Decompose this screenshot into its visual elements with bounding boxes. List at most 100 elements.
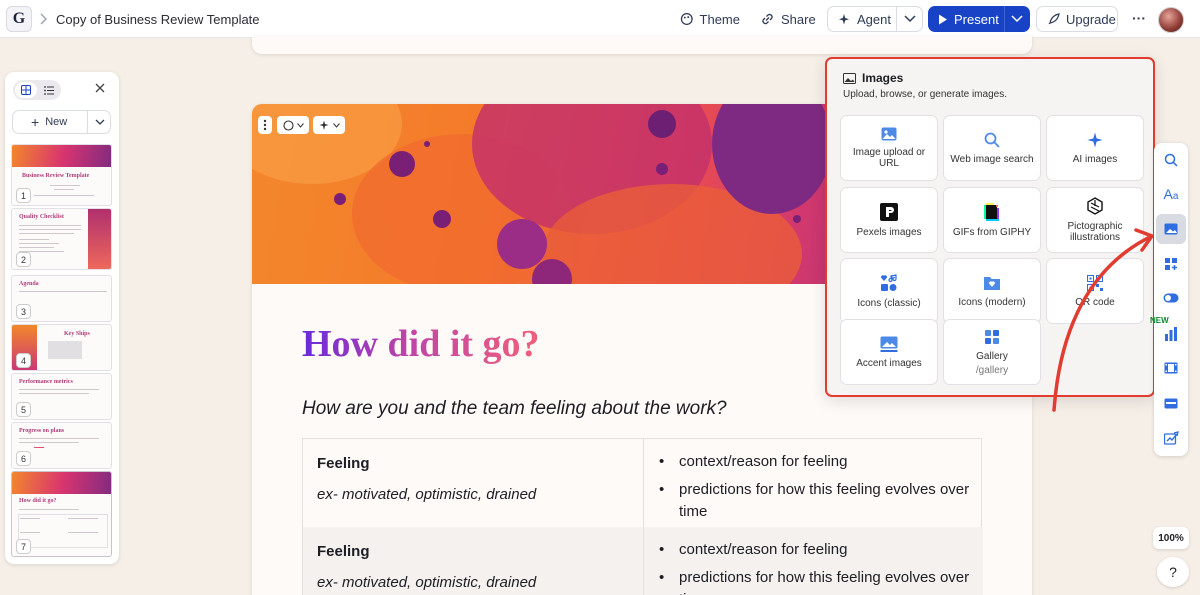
- search-icon: [1164, 153, 1178, 167]
- thumbnail-number: 6: [16, 451, 31, 466]
- thumbnail-number: 7: [16, 539, 31, 554]
- pexels-icon: [880, 202, 898, 221]
- gallery-tile[interactable]: Gallery /gallery: [943, 319, 1041, 385]
- slide-thumbnail[interactable]: Performance metrics 5: [11, 373, 112, 420]
- blocks-tool-button[interactable]: [1160, 253, 1182, 275]
- agent-dropdown-chevron-icon[interactable]: [904, 15, 916, 23]
- tile-label: Image upload or URL: [852, 147, 926, 169]
- images-panel-title: Images: [862, 71, 904, 85]
- new-slide-label: New: [45, 116, 68, 128]
- bullet-dot: •: [659, 541, 665, 558]
- tile-sublabel: /gallery: [975, 364, 1009, 376]
- table-cell-title[interactable]: Feeling: [317, 543, 370, 560]
- search-tool-button[interactable]: [1160, 149, 1182, 171]
- images-tool-button[interactable]: [1156, 214, 1186, 244]
- new-dropdown-chevron-icon[interactable]: [95, 119, 105, 126]
- table-cell-example[interactable]: ex- motivated, optimistic, drained: [317, 574, 536, 591]
- thumbnail-title: Performance metrics: [19, 379, 73, 385]
- slide-thumbnail[interactable]: Business Review Template 1: [11, 144, 112, 206]
- add-blocks-icon: [1165, 258, 1177, 270]
- diagram-tool-button[interactable]: [1160, 427, 1182, 449]
- image-icon: [843, 72, 856, 84]
- annotation-arrow: [1052, 228, 1154, 412]
- new-slide-button[interactable]: + New: [12, 110, 111, 134]
- user-avatar[interactable]: [1158, 7, 1184, 33]
- more-menu-button[interactable]: ···: [1132, 10, 1146, 26]
- charts-tool-button[interactable]: [1160, 323, 1182, 345]
- chevron-down-icon: [296, 122, 304, 128]
- interactive-tool-button[interactable]: [1160, 287, 1182, 309]
- bar-chart-icon: [1165, 327, 1177, 341]
- text-tool-button[interactable]: Aa: [1160, 183, 1182, 205]
- theme-button[interactable]: Theme: [680, 6, 740, 32]
- table-cell-bullet[interactable]: time: [679, 589, 707, 595]
- bullet-dot: •: [659, 453, 665, 470]
- form-card-icon: [1164, 398, 1178, 408]
- text-style-icon: Aa: [1163, 186, 1179, 202]
- palette-icon: [282, 119, 294, 131]
- thumbnail-number: 4: [16, 353, 31, 368]
- forms-tool-button[interactable]: [1160, 392, 1182, 414]
- top-bar: G Copy of Business Review Template Theme…: [0, 0, 1200, 38]
- table-cell-bullet[interactable]: context/reason for feeling: [679, 451, 847, 473]
- slide-thumbnail[interactable]: Agenda 3: [11, 275, 112, 322]
- pexels-images-tile[interactable]: Pexels images: [840, 187, 938, 253]
- present-dropdown-chevron-icon[interactable]: [1011, 15, 1023, 23]
- gamma-logo-icon[interactable]: G: [6, 6, 32, 32]
- table-cell-bullet[interactable]: context/reason for feeling: [679, 539, 847, 561]
- web-image-search-tile[interactable]: Web image search: [943, 115, 1041, 181]
- slide-thumbnail[interactable]: Key Ships 4: [11, 324, 112, 371]
- table-cell-title[interactable]: Feeling: [317, 455, 370, 472]
- thumbnail-number: 3: [16, 304, 31, 319]
- slide-subheading[interactable]: How are you and the team feeling about t…: [302, 398, 727, 420]
- upgrade-button[interactable]: Upgrade: [1036, 6, 1118, 32]
- zoom-level-button[interactable]: 100%: [1153, 527, 1189, 549]
- icons-modern-icon: [984, 276, 1000, 290]
- agent-sparkle-icon: [839, 13, 849, 24]
- share-button[interactable]: Share: [760, 6, 820, 32]
- help-button[interactable]: ?: [1157, 557, 1189, 587]
- plus-icon: +: [31, 114, 40, 130]
- tile-label: Icons (modern): [958, 296, 1026, 308]
- agent-button[interactable]: Agent: [827, 6, 923, 32]
- view-toggle: [13, 80, 61, 100]
- slide-thumbnail[interactable]: Quality Checklist 2: [11, 208, 112, 270]
- card-style-button[interactable]: [277, 116, 309, 134]
- thumbnail-title: Key Ships: [64, 331, 90, 337]
- table-cell-bullet[interactable]: predictions for how this feeling evolves…: [679, 479, 969, 501]
- icons-modern-tile[interactable]: Icons (modern): [943, 258, 1041, 324]
- accent-images-tile[interactable]: Accent images: [840, 319, 938, 385]
- slide-thumbnail[interactable]: Progress on plans 6: [11, 422, 112, 469]
- icons-classic-tile[interactable]: Icons (classic): [840, 258, 938, 324]
- embed-tool-button[interactable]: [1160, 357, 1182, 379]
- thumbnail-title: How did it go?: [19, 498, 57, 504]
- icons-classic-icon: [880, 273, 897, 291]
- table-cell-bullet[interactable]: time: [679, 501, 707, 523]
- giphy-icon: [984, 202, 999, 221]
- table-cell-bullet[interactable]: predictions for how this feeling evolves…: [679, 567, 969, 589]
- theme-label: Theme: [699, 11, 740, 27]
- close-outline-button[interactable]: [95, 83, 105, 93]
- close-icon: [95, 83, 105, 93]
- grid-view-button[interactable]: [15, 82, 37, 98]
- agent-label: Agent: [857, 11, 891, 27]
- palette-icon: [680, 13, 693, 25]
- link-icon: [762, 13, 773, 25]
- slide-outline-panel: + New Business Review Template 1 Quality…: [5, 72, 119, 564]
- present-button[interactable]: Present: [928, 6, 1030, 32]
- slide-thumbnail[interactable]: How did it go? 7: [11, 471, 112, 557]
- list-view-button[interactable]: [39, 82, 59, 98]
- toggle-icon: [1163, 293, 1179, 303]
- card-ai-button[interactable]: [313, 116, 345, 134]
- images-panel-header: Images: [843, 71, 903, 85]
- document-title[interactable]: Copy of Business Review Template: [56, 12, 260, 27]
- table-cell-example[interactable]: ex- motivated, optimistic, drained: [317, 486, 536, 503]
- ai-images-tile[interactable]: AI images: [1046, 115, 1144, 181]
- sparkle-icon: [319, 120, 328, 130]
- giphy-tile[interactable]: GIFs from GIPHY: [943, 187, 1041, 253]
- thumbnail-accent-image: [12, 145, 111, 167]
- slide-heading[interactable]: How did it go?: [302, 322, 540, 366]
- card-menu-button[interactable]: [258, 116, 272, 134]
- gallery-icon: [985, 329, 999, 344]
- image-upload-tile[interactable]: Image upload or URL: [840, 115, 938, 181]
